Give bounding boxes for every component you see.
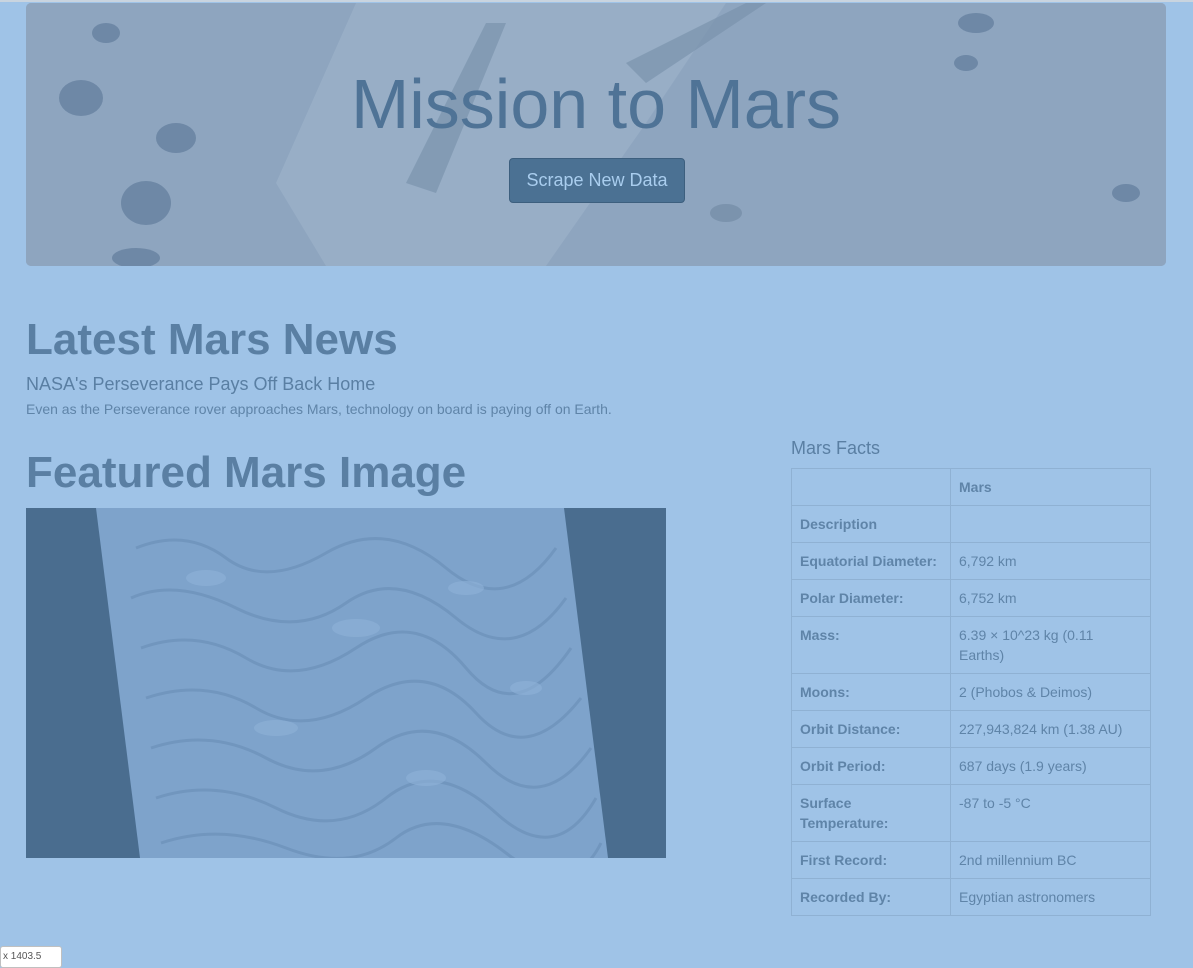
fact-label: Surface Temperature: [791, 784, 951, 842]
top-border [0, 0, 1193, 2]
mars-dunes-image [26, 508, 666, 878]
table-header-empty [791, 468, 951, 506]
fact-label: Polar Diameter: [791, 579, 951, 617]
featured-image-heading: Featured Mars Image [26, 448, 467, 497]
news-paragraph: Even as the Perseverance rover approache… [26, 401, 612, 417]
mars-facts-table: Mars Description Equatorial Diameter: 6,… [791, 468, 1151, 916]
featured-mars-image[interactable] [26, 508, 666, 878]
fact-label: Recorded By: [791, 878, 951, 916]
news-title: NASA's Perseverance Pays Off Back Home [26, 374, 376, 394]
table-row: Mass: 6.39 × 10^23 kg (0.11 Earths) [791, 616, 1151, 674]
page-title: Mission to Mars [350, 65, 842, 143]
fact-value: 6.39 × 10^23 kg (0.11 Earths) [950, 616, 1151, 674]
table-row: Orbit Distance: 227,943,824 km (1.38 AU) [791, 710, 1151, 748]
fact-value: 687 days (1.9 years) [950, 747, 1151, 785]
fact-label: Moons: [791, 673, 951, 711]
fact-value: 6,792 km [950, 542, 1151, 580]
fact-value: Egyptian astronomers [950, 878, 1151, 916]
table-row: Recorded By: Egyptian astronomers [791, 878, 1151, 916]
fact-label: Mass: [791, 616, 951, 674]
table-header-mars: Mars [950, 468, 1151, 506]
fact-value: 2nd millennium BC [950, 841, 1151, 879]
table-header-row: Mars [791, 468, 1151, 506]
table-row: First Record: 2nd millennium BC [791, 841, 1151, 879]
jumbotron: Mission to Mars Scrape New Data [26, 3, 1166, 266]
latest-news-heading: Latest Mars News [26, 315, 398, 364]
fact-value: 227,943,824 km (1.38 AU) [950, 710, 1151, 748]
table-row: Surface Temperature: -87 to -5 °C [791, 784, 1151, 842]
fact-value: -87 to -5 °C [950, 784, 1151, 842]
fact-label: First Record: [791, 841, 951, 879]
table-row: Polar Diameter: 6,752 km [791, 579, 1151, 617]
fact-label: Orbit Period: [791, 747, 951, 785]
mars-facts-heading: Mars Facts [791, 438, 881, 458]
fact-label: Description [791, 505, 951, 543]
fact-label: Orbit Distance: [791, 710, 951, 748]
table-row: Moons: 2 (Phobos & Deimos) [791, 673, 1151, 711]
dimension-tooltip: x 1403.5 [0, 946, 62, 968]
fact-label: Equatorial Diameter: [791, 542, 951, 580]
fact-value [950, 505, 1151, 543]
scrape-new-data-button[interactable]: Scrape New Data [509, 158, 685, 203]
table-row: Description [791, 505, 1151, 543]
table-row: Orbit Period: 687 days (1.9 years) [791, 747, 1151, 785]
fact-value: 2 (Phobos & Deimos) [950, 673, 1151, 711]
table-row: Equatorial Diameter: 6,792 km [791, 542, 1151, 580]
fact-value: 6,752 km [950, 579, 1151, 617]
